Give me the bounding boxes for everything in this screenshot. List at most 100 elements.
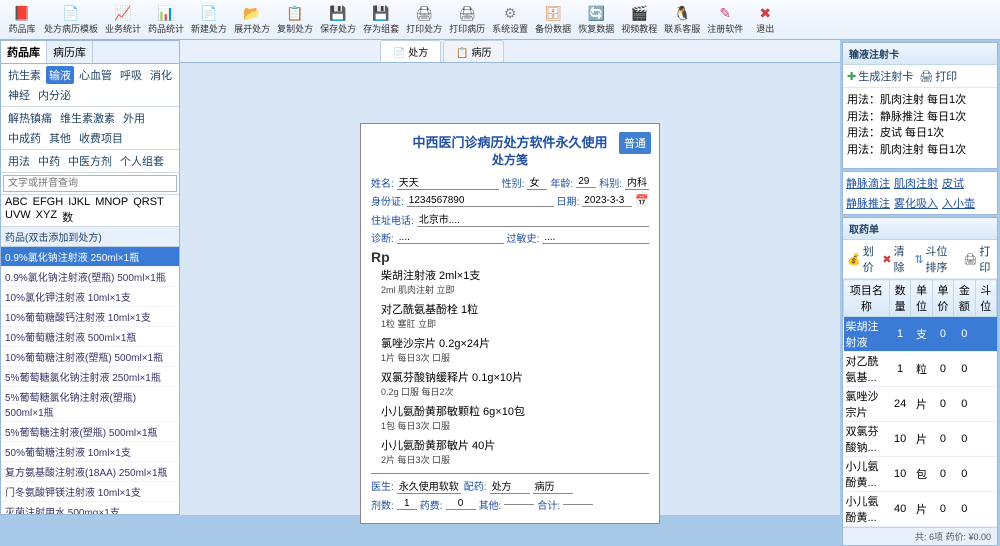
injection-link[interactable]: 肌肉注射 <box>894 175 938 191</box>
category-item[interactable]: 心血管 <box>76 66 115 84</box>
drug-item[interactable]: 5%葡萄糖注射液(塑瓶) 500ml×1瓶 <box>1 422 179 442</box>
category-item[interactable]: 中药 <box>35 152 63 170</box>
rx-drug-entry[interactable]: 小儿氨酚黄那敏片 40片2片 每日3次 口服 <box>381 439 649 467</box>
rx-drug-entry[interactable]: 小儿氨酚黄那敏颗粒 6g×10包1包 每日3次 口服 <box>381 405 649 433</box>
table-header[interactable]: 金额 <box>954 280 975 317</box>
table-row[interactable]: 氯唑沙宗片24片00 <box>844 387 997 422</box>
tool-退出[interactable]: ✖退出 <box>747 2 783 37</box>
addr-field[interactable]: 北京市.... <box>417 211 649 227</box>
tool-新建处方[interactable]: 📄新建处方 <box>188 2 230 37</box>
category-item[interactable]: 神经 <box>5 86 33 104</box>
tool-展开处方[interactable]: 📂展开处方 <box>231 2 273 37</box>
med-tool[interactable]: 💰划价 <box>847 243 876 275</box>
drug-item[interactable]: 灭菌注射用水 500mg×1支 <box>1 502 179 514</box>
drug-item[interactable]: 0.9%氯化钠注射液 250ml×1瓶 <box>1 247 179 267</box>
tool-视频教程[interactable]: 🎬视频教程 <box>618 2 660 37</box>
alpha-item[interactable]: IJKL <box>66 196 92 208</box>
injection-link[interactable]: 静脉滴注 <box>846 175 890 191</box>
name-field[interactable]: 天天 <box>397 174 499 190</box>
dept-field[interactable]: 内科 <box>625 174 649 190</box>
table-header[interactable]: 数量 <box>889 280 911 317</box>
tool-业务统计[interactable]: 📈业务统计 <box>102 2 144 37</box>
drug-item[interactable]: 10%葡萄糖注射液 500ml×1瓶 <box>1 327 179 347</box>
alpha-item[interactable]: QRST <box>131 196 166 208</box>
category-item[interactable]: 中医方剂 <box>65 152 115 170</box>
injection-link[interactable]: 雾化吸入 <box>894 195 938 211</box>
tool-注册软件[interactable]: ✎注册软件 <box>704 2 746 37</box>
print-card-button[interactable]: 🖨打印 <box>919 68 957 84</box>
category-item[interactable]: 用法 <box>5 152 33 170</box>
med-tool[interactable]: ✖清除 <box>882 243 908 275</box>
category-item[interactable]: 呼吸 <box>117 66 145 84</box>
tool-保存处方[interactable]: 💾保存处方 <box>317 2 359 37</box>
allergy-field[interactable]: .... <box>542 232 649 244</box>
table-header[interactable]: 单价 <box>932 280 953 317</box>
diag-field[interactable]: .... <box>397 232 504 244</box>
rx-drug-entry[interactable]: 柴胡注射液 2ml×1支2ml 肌肉注射 立即 <box>381 269 649 297</box>
category-item[interactable]: 个人组套 <box>117 152 167 170</box>
table-row[interactable]: 小儿氨酚黄...40片00 <box>844 492 997 527</box>
category-item[interactable]: 外用 <box>120 109 148 127</box>
injection-link[interactable]: 入小壶 <box>942 195 975 211</box>
date-field[interactable]: 2023-3-3 <box>582 195 632 207</box>
tool-复制处方[interactable]: 📋复制处方 <box>274 2 316 37</box>
center-tab[interactable]: 📋 病历 <box>443 40 504 62</box>
tool-存为组套[interactable]: 💾存为组套 <box>360 2 402 37</box>
med-tool[interactable]: 🖨打印 <box>963 243 993 275</box>
table-row[interactable]: 小儿氨酚黄...10包00 <box>844 457 997 492</box>
alpha-item[interactable]: 数 <box>60 209 75 225</box>
category-item[interactable]: 输液 <box>46 66 74 84</box>
drug-item[interactable]: 5%葡萄糖氯化钠注射液(塑瓶) 500ml×1瓶 <box>1 387 179 422</box>
search-input[interactable] <box>3 175 177 192</box>
drug-item[interactable]: 5%葡萄糖氯化钠注射液 250ml×1瓶 <box>1 367 179 387</box>
id-field[interactable]: 1234567890 <box>407 195 554 207</box>
alpha-item[interactable]: EFGH <box>31 196 66 208</box>
drug-item[interactable]: 10%葡萄糖注射液(塑瓶) 500ml×1瓶 <box>1 347 179 367</box>
rx-drug-entry[interactable]: 对乙酰氨基酚栓 1粒1粒 塞肛 立即 <box>381 303 649 331</box>
table-header[interactable]: 项目名称 <box>844 280 890 317</box>
tool-打印病历[interactable]: 🖨打印病历 <box>446 2 488 37</box>
drug-item[interactable]: 10%葡萄糖酸钙注射液 10ml×1支 <box>1 307 179 327</box>
rx-drugs-list[interactable]: 柴胡注射液 2ml×1支2ml 肌肉注射 立即对乙酰氨基酚栓 1粒1粒 塞肛 立… <box>371 269 649 467</box>
tool-恢复数据[interactable]: 🔄恢复数据 <box>575 2 617 37</box>
sex-field[interactable]: 女 <box>527 174 547 190</box>
category-item[interactable]: 消化 <box>147 66 175 84</box>
injection-link[interactable]: 静脉推注 <box>846 195 890 211</box>
tool-处方病历模板[interactable]: 📄处方病历模板 <box>41 2 101 37</box>
category-item[interactable]: 其他 <box>46 129 74 147</box>
table-row[interactable]: 柴胡注射液1支00 <box>844 317 997 352</box>
tool-打印处方[interactable]: 🖨打印处方 <box>403 2 445 37</box>
drug-item[interactable]: 50%葡萄糖注射液 10ml×1支 <box>1 442 179 462</box>
table-row[interactable]: 对乙酰氨基...1粒00 <box>844 352 997 387</box>
tool-系统设置[interactable]: ⚙系统设置 <box>489 2 531 37</box>
tool-备份数据[interactable]: 🗄备份数据 <box>532 2 574 37</box>
drug-item[interactable]: 门冬氨酸钾镁注射液 10ml×1支 <box>1 482 179 502</box>
table-row[interactable]: 双氯芬酸钠...10片00 <box>844 422 997 457</box>
table-header[interactable]: 单位 <box>911 280 932 317</box>
category-item[interactable]: 中成药 <box>5 129 44 147</box>
alpha-item[interactable]: MNOP <box>93 196 130 208</box>
category-item[interactable]: 抗生素 <box>5 66 44 84</box>
age-field[interactable]: 29 <box>576 176 596 188</box>
tool-药品统计[interactable]: 📊药品统计 <box>145 2 187 37</box>
table-header[interactable]: 斗位 <box>975 280 996 317</box>
rx-drug-entry[interactable]: 双氯芬酸钠缓释片 0.1g×10片0.2g 口服 每日2次 <box>381 371 649 399</box>
med-order-table[interactable]: 项目名称数量单位单价金额斗位 柴胡注射液1支00对乙酰氨基...1粒00氯唑沙宗… <box>843 279 997 527</box>
drug-item[interactable]: 10%氯化钾注射液 10ml×1支 <box>1 287 179 307</box>
dose-field[interactable]: 1 <box>397 498 417 510</box>
alpha-item[interactable]: UVW <box>3 209 33 225</box>
gen-card-button[interactable]: ✚生成注射卡 <box>847 68 913 84</box>
left-tab[interactable]: 药品库 <box>1 41 47 63</box>
tool-联系客服[interactable]: 🐧联系客服 <box>661 2 703 37</box>
drug-item[interactable]: 0.9%氯化钠注射液(塑瓶) 500ml×1瓶 <box>1 267 179 287</box>
tool-药品库[interactable]: 📕药品库 <box>4 2 40 37</box>
rx-drug-entry[interactable]: 氯唑沙宗片 0.2g×24片1片 每日3次 口服 <box>381 337 649 365</box>
drug-item[interactable]: 复方氨基酸注射液(18AA) 250ml×1瓶 <box>1 462 179 482</box>
category-item[interactable]: 解热镇痛 <box>5 109 55 127</box>
left-tab[interactable]: 病历库 <box>47 41 93 63</box>
center-tab[interactable]: 📄 处方 <box>380 40 441 62</box>
injection-link[interactable]: 皮试 <box>942 175 964 191</box>
category-item[interactable]: 维生素激素 <box>57 109 118 127</box>
alpha-item[interactable]: ABC <box>3 196 30 208</box>
calendar-icon[interactable]: 📅 <box>635 194 649 207</box>
